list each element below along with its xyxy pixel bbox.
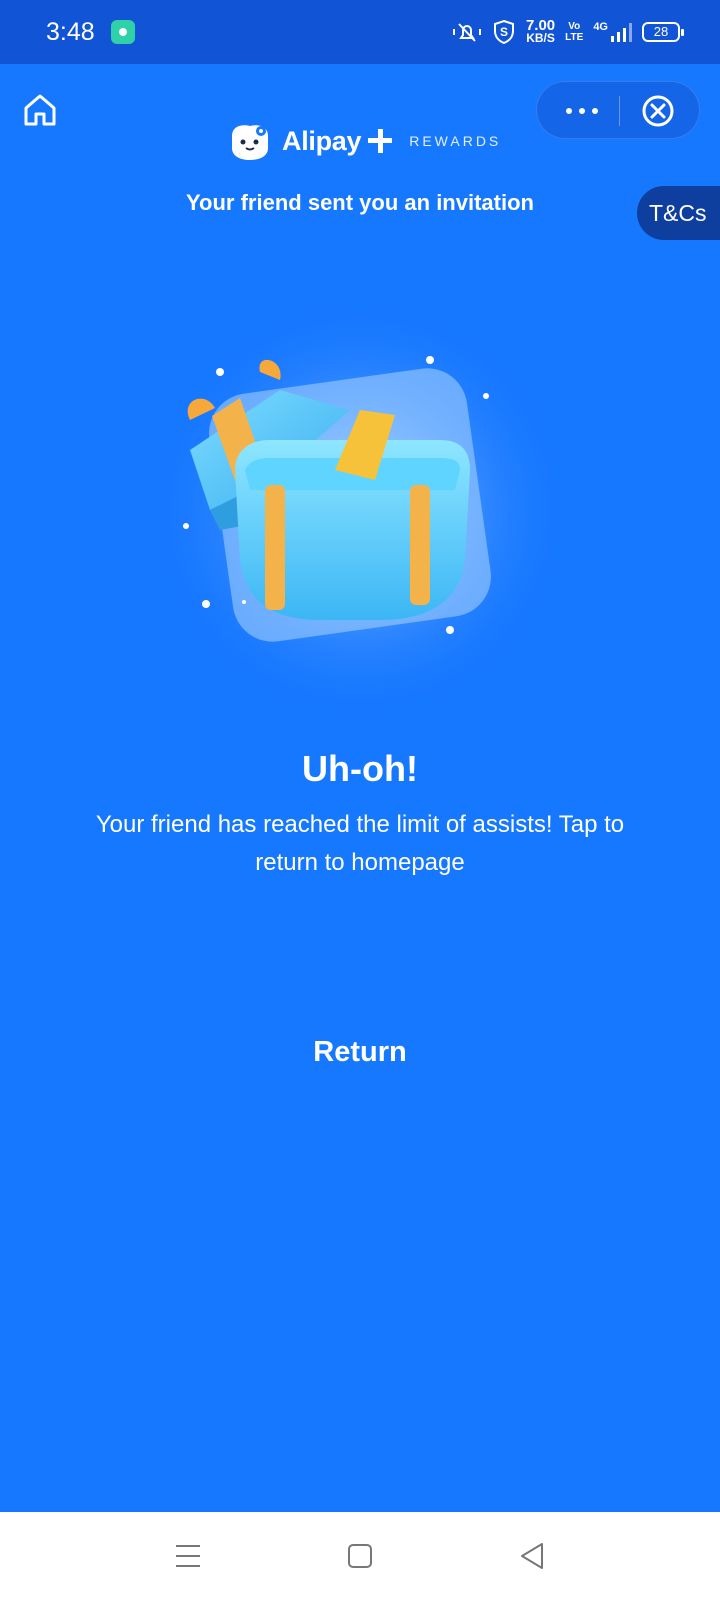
brand-name: Alipay [282,125,362,156]
tcs-tab[interactable]: T&Cs [637,186,720,240]
net-speed-unit: KB/S [526,31,555,45]
mute-bell-icon [452,23,481,42]
plus-icon [368,129,393,153]
mascot-icon [232,125,268,160]
home-icon[interactable] [20,90,60,130]
page-title: Uh-oh! [302,748,418,789]
square-icon[interactable] [336,1532,384,1580]
battery-icon: 28 [642,22,684,42]
back-triangle-icon[interactable] [508,1532,556,1580]
return-button[interactable]: Return [260,1036,460,1069]
volte-bottom: LTE [565,32,584,43]
app-notification-icon [111,20,135,44]
close-circle-icon[interactable] [641,94,675,128]
menu-lines-icon[interactable] [164,1532,212,1580]
signal-icon [611,23,632,42]
volte-indicator: Vo LTE [565,21,583,43]
brand-logo: Alipay REWARDS [226,118,501,164]
brand-rewards: REWARDS [409,133,502,149]
gift-box-illustration [150,300,570,720]
invitation-text: Your friend sent you an invitation [186,190,534,215]
signal-group: 4G [593,21,632,43]
status-bar: 3:48 S 7.00 KB/S Vo LTE 4G 28 [0,0,720,64]
capsule-divider [619,96,620,126]
shield-s-icon: S [493,19,514,45]
volte-top: Vo [568,21,581,32]
network-type: 4G [593,21,608,33]
limit-message: Your friend has reached the limit of ass… [95,811,625,876]
more-dots-icon[interactable] [537,82,627,140]
net-speed: 7.00 KB/S [526,18,555,45]
mini-app-capsule [536,81,700,139]
status-indicators: S 7.00 KB/S Vo LTE 4G 28 [452,14,684,50]
system-nav-bar [0,1512,720,1600]
status-time: 3:48 [46,18,95,46]
svg-text:S: S [500,25,508,39]
